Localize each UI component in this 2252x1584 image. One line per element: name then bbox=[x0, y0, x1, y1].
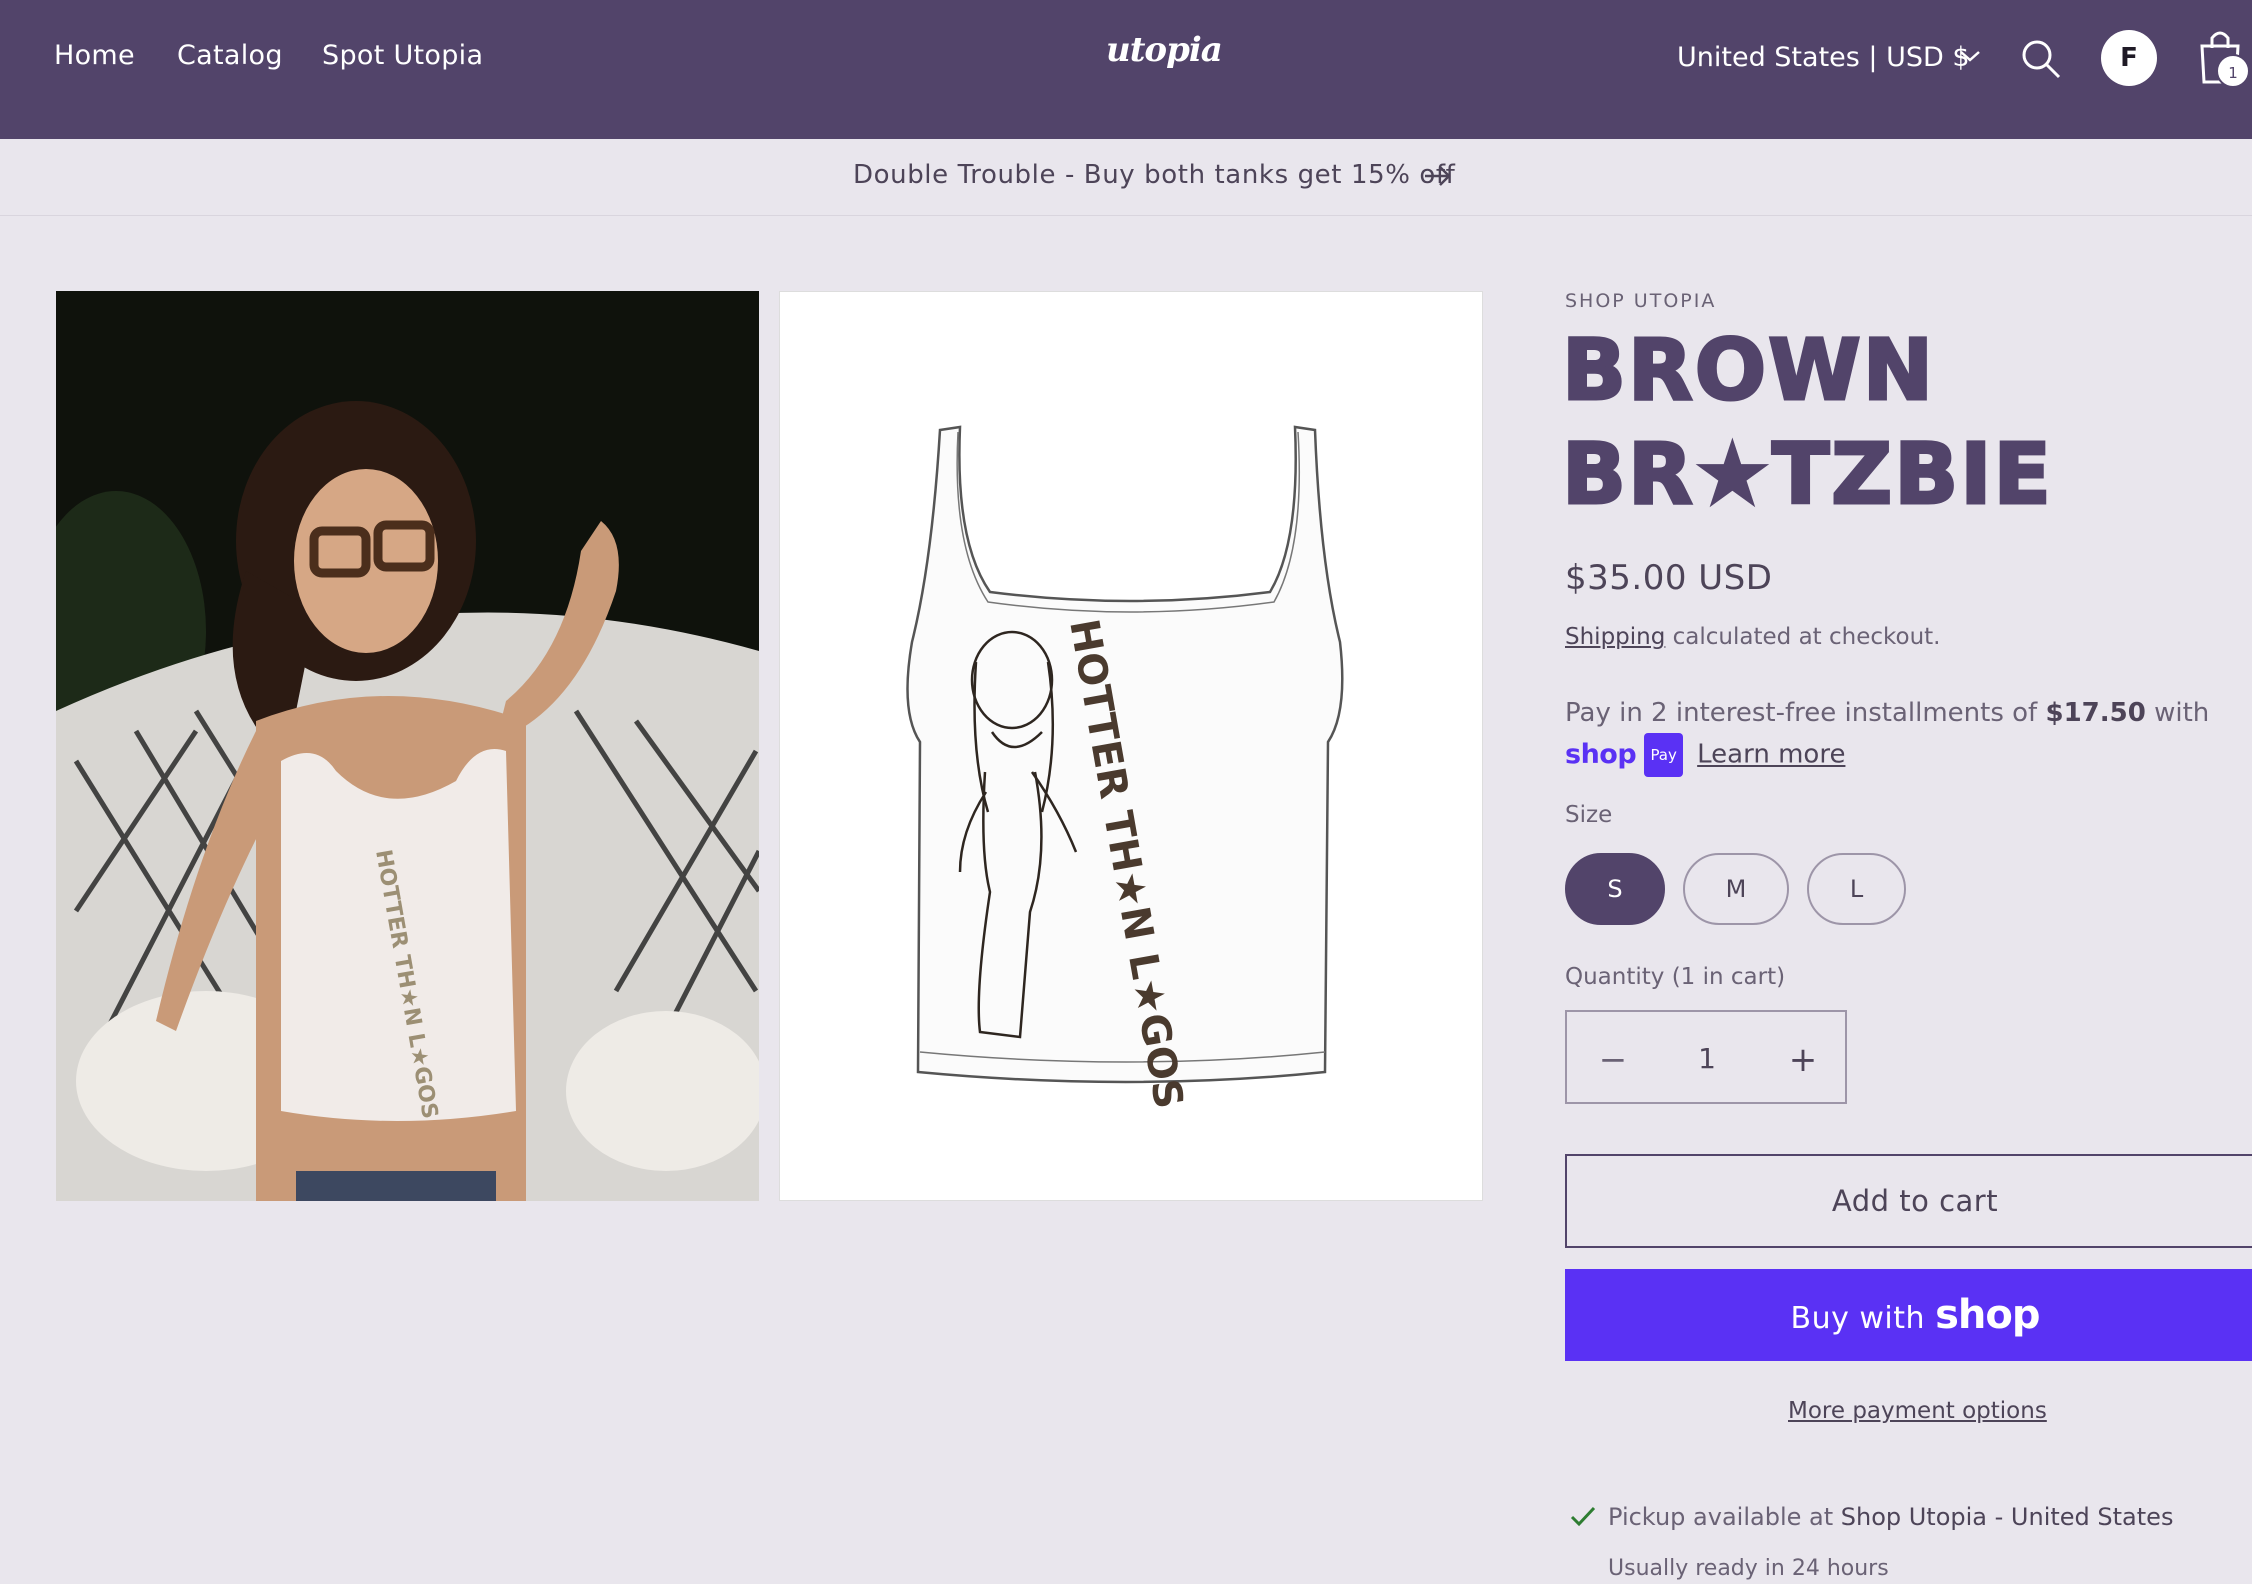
shop-pay-badge: Pay bbox=[1644, 733, 1683, 777]
product-title: BROWN BR★TZBIE bbox=[1561, 318, 2122, 526]
installments-text: Pay in 2 interest-free installments of bbox=[1565, 698, 2046, 728]
product-title-line-2: BR★TZBIE bbox=[1561, 424, 2053, 525]
site-header: Home Catalog Spot Utopia utopia United S… bbox=[0, 0, 2252, 139]
check-icon bbox=[1570, 1506, 1596, 1527]
buy-with-shop-button[interactable]: Buy with shop bbox=[1565, 1269, 2252, 1361]
product-vendor: SHOP UTOPIA bbox=[1565, 290, 1717, 312]
product-title-line-1: BROWN bbox=[1561, 320, 1936, 421]
add-to-cart-button[interactable]: Add to cart bbox=[1565, 1154, 2252, 1248]
product-photo-tank-sketch[interactable]: HOTTER TH★N L★GOS bbox=[779, 291, 1483, 1201]
pickup-availability: Pickup available at Shop Utopia - United… bbox=[1608, 1503, 2173, 1531]
nav-spot-utopia[interactable]: Spot Utopia bbox=[322, 40, 483, 71]
pickup-text: Pickup available at bbox=[1608, 1503, 1841, 1531]
installment-amount: $17.50 bbox=[2045, 698, 2146, 728]
model-photo-illustration: HOTTER TH★N L★GOS bbox=[56, 291, 759, 1201]
quantity-label: Quantity (1 in cart) bbox=[1565, 964, 1786, 990]
pickup-location: Shop Utopia - United States bbox=[1840, 1503, 2174, 1531]
arrow-right-icon[interactable] bbox=[1423, 164, 1453, 188]
size-option-m[interactable]: M bbox=[1683, 853, 1789, 925]
account-avatar[interactable]: F bbox=[2101, 30, 2157, 86]
quantity-stepper: − 1 + bbox=[1565, 1010, 1847, 1104]
announcement-text[interactable]: Double Trouble - Buy both tanks get 15% … bbox=[853, 160, 1455, 190]
more-payment-options-link[interactable]: More payment options bbox=[1788, 1398, 2047, 1424]
installments-banner: Pay in 2 interest-free installments of $… bbox=[1565, 693, 2235, 777]
buy-with-label: Buy with bbox=[1790, 1301, 1926, 1336]
size-label: Size bbox=[1565, 802, 1613, 828]
search-icon[interactable] bbox=[2020, 38, 2062, 80]
nav-home[interactable]: Home bbox=[54, 40, 135, 71]
nav-catalog[interactable]: Catalog bbox=[177, 40, 283, 71]
site-logo[interactable]: utopia bbox=[1106, 30, 1223, 70]
chevron-down-icon[interactable] bbox=[1958, 48, 1982, 64]
pickup-ready-time: Usually ready in 24 hours bbox=[1608, 1556, 1889, 1581]
shipping-link[interactable]: Shipping bbox=[1565, 624, 1665, 650]
tank-top-illustration: HOTTER TH★N L★GOS bbox=[906, 425, 1344, 1112]
shipping-note: Shipping calculated at checkout. bbox=[1565, 624, 1941, 650]
country-selector[interactable]: United States | USD $ bbox=[1677, 42, 1970, 73]
cart-count-badge: 1 bbox=[2216, 54, 2250, 88]
shop-logo: shop bbox=[1935, 1292, 2040, 1338]
quantity-increase-button[interactable]: + bbox=[1783, 1040, 1823, 1080]
quantity-decrease-button[interactable]: − bbox=[1593, 1040, 1633, 1080]
shipping-note-text: calculated at checkout. bbox=[1665, 624, 1941, 650]
shop-pay-logo: shop bbox=[1565, 739, 1637, 770]
size-option-s[interactable]: S bbox=[1565, 853, 1665, 925]
product-photo-model[interactable]: HOTTER TH★N L★GOS bbox=[56, 291, 759, 1201]
learn-more-link[interactable]: Learn more bbox=[1697, 740, 1845, 770]
quantity-input[interactable]: 1 bbox=[1667, 1042, 1747, 1075]
size-option-l[interactable]: L bbox=[1807, 853, 1906, 925]
product-price: $35.00 USD bbox=[1565, 558, 1773, 598]
installments-with: with bbox=[2145, 698, 2210, 728]
